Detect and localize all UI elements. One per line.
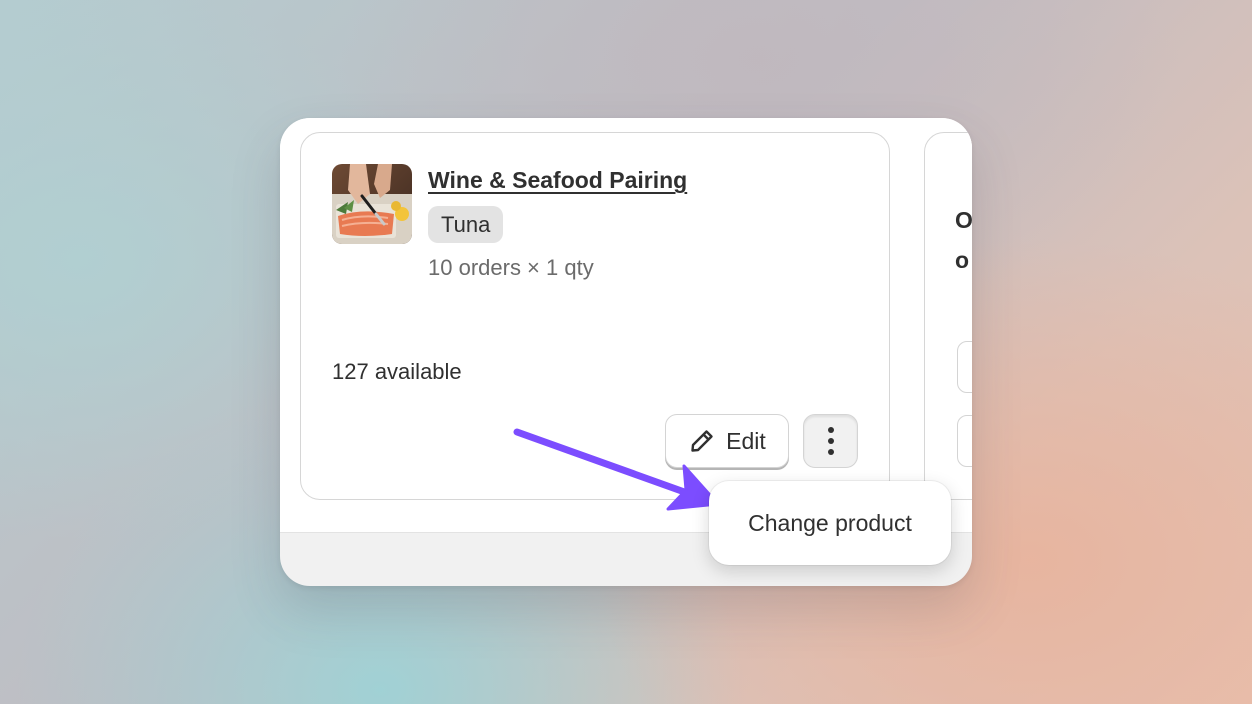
product-photo-icon [332, 164, 412, 244]
availability-text: 127 available [332, 359, 462, 384]
order-summary: 10 orders × 1 qty [428, 255, 594, 280]
edit-button[interactable]: Edit [665, 414, 789, 468]
actions-popover: Change product [709, 481, 951, 565]
adjacent-card-control[interactable] [957, 415, 972, 467]
adjacent-card: O o [924, 132, 972, 500]
edit-button-label: Edit [726, 427, 766, 454]
adjacent-card-heading-fragment: O [955, 207, 972, 233]
more-actions-button[interactable] [803, 414, 858, 468]
variant-badge: Tuna [428, 206, 504, 243]
menu-item-change-product[interactable]: Change product [748, 510, 912, 537]
product-title-link[interactable]: Wine & Seafood Pairing [428, 167, 687, 194]
product-card: Wine & Seafood Pairing Tuna 10 orders × … [300, 132, 890, 500]
pencil-icon [688, 427, 716, 455]
adjacent-card-control[interactable] [957, 341, 972, 393]
adjacent-card-heading-fragment: o [955, 247, 970, 273]
product-thumbnail[interactable] [332, 164, 412, 244]
vertical-ellipsis-icon [827, 427, 834, 455]
panel-content: Wine & Seafood Pairing Tuna 10 orders × … [280, 118, 972, 533]
